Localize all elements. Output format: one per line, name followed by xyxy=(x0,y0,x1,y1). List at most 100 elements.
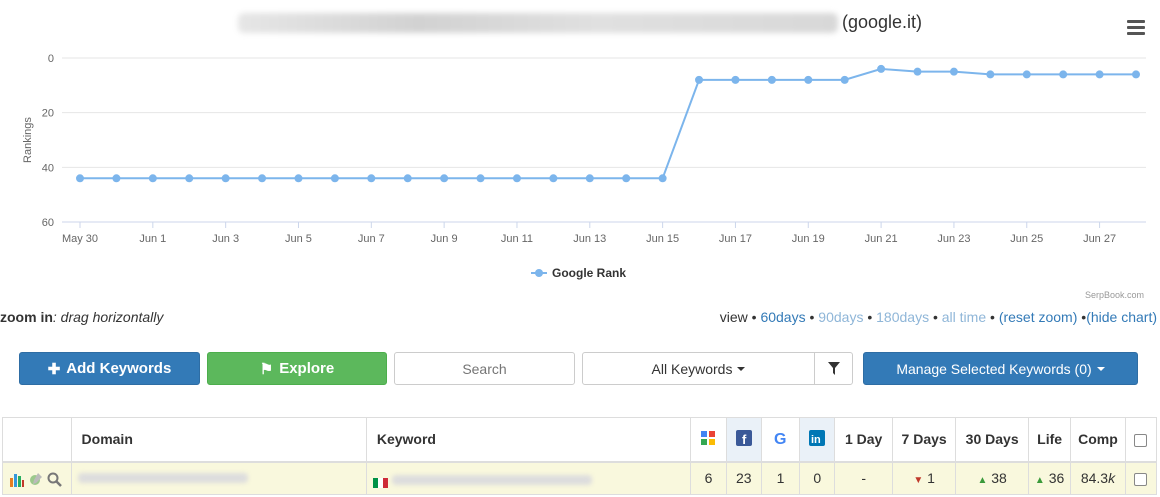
y-tick-label: 0 xyxy=(48,53,54,65)
data-point xyxy=(731,75,740,84)
select-all-checkbox[interactable] xyxy=(1134,434,1148,448)
data-point xyxy=(1132,70,1140,79)
google-plus-header[interactable]: G xyxy=(760,417,801,463)
y-tick-label: 60 xyxy=(42,217,54,229)
x-tick-label: Jun 1 xyxy=(139,233,166,245)
y-axis-label: Rankings xyxy=(22,117,34,163)
facebook-header[interactable]: f xyxy=(725,417,762,463)
data-point xyxy=(1095,70,1104,79)
view-90days-link[interactable]: 90days xyxy=(818,309,863,325)
data-point xyxy=(476,174,485,183)
domain-header[interactable]: Domain xyxy=(70,417,367,463)
select-all-header[interactable] xyxy=(1124,417,1158,463)
arrow-up-icon: ▲ xyxy=(977,475,988,487)
chart-title-suffix: (google.it) xyxy=(841,12,923,32)
edit-icon[interactable] xyxy=(29,472,43,487)
blurred-keyword xyxy=(391,474,592,485)
comp-value: 84.3 xyxy=(1080,470,1109,487)
view-all-time-link[interactable]: all time xyxy=(942,309,986,325)
svg-text:G: G xyxy=(774,431,786,446)
reset-zoom-link[interactable]: (reset zoom) xyxy=(999,309,1078,325)
days30-value: 38 xyxy=(991,470,1007,487)
data-point xyxy=(258,174,267,183)
svg-text:f: f xyxy=(742,432,747,446)
caret-down-icon xyxy=(737,366,746,371)
view-label: view xyxy=(719,309,748,325)
keywords-table: Domain Keyword f G in 1 Day 7 Days 30 Da… xyxy=(2,417,1158,495)
view-180days-link[interactable]: 180days xyxy=(876,309,929,325)
hide-chart-link[interactable]: (hide chart) xyxy=(1086,309,1157,325)
data-point xyxy=(1059,70,1068,79)
google-rank-header[interactable] xyxy=(690,417,727,463)
plus-icon: ✚ xyxy=(47,360,61,378)
days30-header[interactable]: 30 Days xyxy=(955,417,1029,463)
bar-chart-icon[interactable] xyxy=(9,472,25,487)
blurred-domain xyxy=(77,473,248,484)
svg-text:in: in xyxy=(811,434,821,446)
ranking-chart[interactable]: 0 20 40 60 Rankings May 30 Jun 1 Jun 3 Jun 5 Jun … xyxy=(0,40,1160,290)
blurred-site-title xyxy=(237,13,838,34)
x-tick-label: Jun 9 xyxy=(431,233,458,245)
table-row[interactable]: 6 23 1 0 - ▼ 1 ▲ 38 ▲ 36 84.3k xyxy=(2,461,1158,495)
data-point xyxy=(1022,70,1031,79)
keyword-header[interactable]: Keyword xyxy=(365,417,692,463)
x-tick-label: Jun 25 xyxy=(1010,233,1043,245)
manage-selected-keywords-button[interactable]: Manage Selected Keywords (0) xyxy=(863,352,1138,385)
x-tick-label: Jun 17 xyxy=(719,233,752,245)
data-point xyxy=(986,70,995,79)
data-point xyxy=(221,174,230,183)
arrow-up-icon: ▲ xyxy=(1034,475,1045,487)
y-tick-label: 40 xyxy=(42,162,54,174)
filter-button[interactable] xyxy=(814,352,853,385)
comp-header[interactable]: Comp xyxy=(1070,417,1126,463)
select-row-cell[interactable] xyxy=(1124,461,1158,495)
data-point xyxy=(658,174,667,183)
x-tick-label: Jun 23 xyxy=(937,233,970,245)
table-header-row: Domain Keyword f G in 1 Day 7 Days 30 Da… xyxy=(2,417,1158,463)
data-point xyxy=(767,75,776,84)
chart-title: (google.it) xyxy=(0,12,1160,34)
explore-button[interactable]: ⚑ Explore xyxy=(207,352,387,385)
zoom-hint: zoom in: drag horizontally xyxy=(0,309,163,325)
search-input[interactable] xyxy=(394,352,575,385)
data-point xyxy=(330,174,339,183)
linkedin-icon: in xyxy=(809,429,826,446)
x-tick-label: Jun 13 xyxy=(573,233,606,245)
google-rank-cell: 6 xyxy=(690,461,727,495)
days7-header[interactable]: 7 Days xyxy=(891,417,957,463)
keywords-filter-dropdown[interactable]: All Keywords xyxy=(582,352,815,385)
data-point xyxy=(512,174,521,183)
days7-value: 1 xyxy=(927,470,935,487)
data-point xyxy=(695,75,704,84)
google-plus-cell: 1 xyxy=(760,461,801,495)
day1-header[interactable]: 1 Day xyxy=(834,417,893,463)
data-point xyxy=(440,174,449,183)
keyword-cell[interactable] xyxy=(365,461,692,495)
data-point xyxy=(294,174,303,183)
manage-selected-label: Manage Selected Keywords (0) xyxy=(896,360,1092,377)
x-tick-label: Jun 15 xyxy=(646,233,679,245)
chart-credit[interactable]: SerpBook.com xyxy=(1085,290,1144,300)
add-keywords-label: Add Keywords xyxy=(66,360,172,377)
linkedin-header[interactable]: in xyxy=(799,417,836,463)
comp-cell: 84.3k xyxy=(1070,461,1126,495)
legend-marker xyxy=(535,269,543,277)
data-point xyxy=(76,174,84,183)
life-header[interactable]: Life xyxy=(1027,417,1072,463)
data-point xyxy=(913,67,922,76)
magnifier-icon[interactable] xyxy=(47,472,62,487)
data-point xyxy=(148,174,157,183)
y-tick-label: 20 xyxy=(42,108,54,120)
add-keywords-button[interactable]: ✚ Add Keywords xyxy=(19,352,200,385)
linkedin-cell: 0 xyxy=(799,461,836,495)
days7-cell: ▼ 1 xyxy=(891,461,957,495)
hamburger-icon[interactable] xyxy=(1127,20,1145,35)
select-row-checkbox[interactable] xyxy=(1134,473,1148,487)
data-point xyxy=(622,174,631,183)
view-60days-link[interactable]: 60days xyxy=(760,309,805,325)
x-tick-label: Jun 5 xyxy=(285,233,312,245)
x-tick-label: May 30 xyxy=(62,233,98,245)
data-point xyxy=(949,67,958,76)
google-rank-icon xyxy=(701,430,716,445)
domain-cell[interactable] xyxy=(70,461,367,495)
